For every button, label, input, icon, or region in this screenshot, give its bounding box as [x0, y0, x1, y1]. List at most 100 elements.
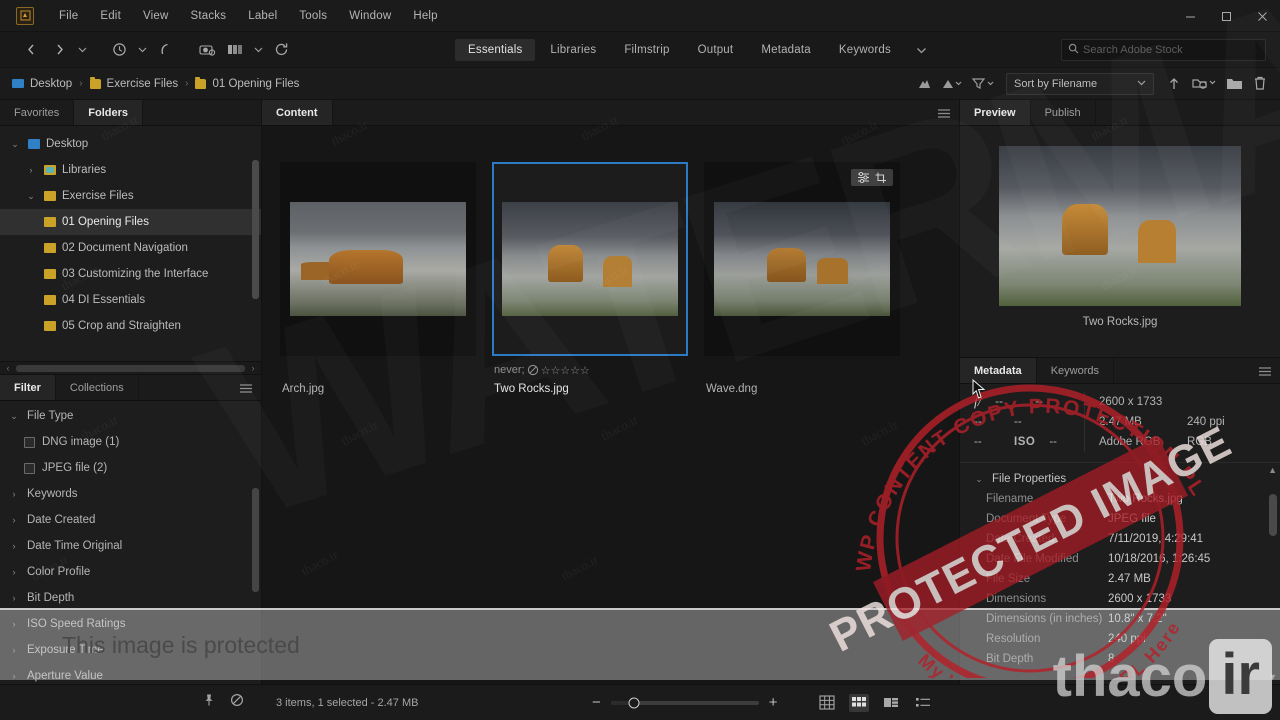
maximize-icon[interactable]: [1208, 0, 1244, 32]
menu-help[interactable]: Help: [402, 6, 448, 26]
thumbnail-cell-arch[interactable]: Arch.jpg: [280, 162, 476, 395]
twisty-icon[interactable]: ›: [8, 541, 20, 551]
tab-content[interactable]: Content: [262, 100, 333, 125]
view-list-icon[interactable]: [913, 694, 933, 712]
thumbnail-cell-two-rocks[interactable]: never; ☆☆☆☆☆ Two Rocks.jpg: [492, 162, 688, 395]
twisty-icon[interactable]: ⌄: [8, 139, 22, 150]
scroll-thumb[interactable]: [16, 364, 245, 372]
no-entry-icon[interactable]: [230, 693, 244, 712]
zoom-out-button[interactable]: −: [592, 694, 601, 711]
zoom-in-button[interactable]: +: [769, 694, 778, 711]
scroll-up-icon[interactable]: ▲: [1268, 465, 1277, 475]
filter-group-color-profile[interactable]: › Color Profile: [0, 559, 261, 585]
sort-ascending-icon[interactable]: [1162, 72, 1186, 96]
twisty-icon[interactable]: ›: [8, 567, 20, 577]
tab-collections[interactable]: Collections: [56, 375, 139, 400]
checkbox[interactable]: [24, 436, 35, 448]
tree-item-04-di-essentials[interactable]: 04 DI Essentials: [0, 287, 261, 313]
thumbnail-cell-wave[interactable]: Wave.dng: [704, 162, 900, 395]
thumbnail-badges[interactable]: [851, 169, 893, 186]
search-input[interactable]: [1083, 44, 1259, 56]
pin-icon[interactable]: [202, 693, 216, 712]
copy-dropdown-icon[interactable]: [250, 37, 266, 63]
back-icon[interactable]: [18, 37, 44, 63]
workspace-tab-keywords[interactable]: Keywords: [826, 39, 904, 61]
breadcrumb-desktop[interactable]: Desktop: [12, 78, 72, 90]
tree-item-desktop[interactable]: ⌄ Desktop: [0, 131, 261, 157]
thumbnail-frame[interactable]: [492, 162, 688, 356]
thumbnail-content-area[interactable]: Arch.jpg never; ☆☆☆☆☆ Two Rocks.jpg Wave…: [262, 126, 959, 684]
camera-import-icon[interactable]: [194, 37, 220, 63]
view-grid-icon[interactable]: [817, 694, 837, 712]
view-details-icon[interactable]: [881, 694, 901, 712]
twisty-icon[interactable]: ⌄: [972, 474, 986, 485]
panel-menu-icon[interactable]: [1258, 358, 1272, 384]
tree-item-03-customizing-the-interface[interactable]: 03 Customizing the Interface: [0, 261, 261, 287]
folder-tree-scrollbar[interactable]: [252, 156, 259, 355]
star-rating[interactable]: ☆☆☆☆☆: [541, 364, 590, 377]
search-adobe-stock-box[interactable]: [1061, 39, 1266, 61]
menu-view[interactable]: View: [132, 6, 180, 26]
go-parent-icon[interactable]: [152, 37, 178, 63]
scroll-left-icon[interactable]: ‹: [3, 363, 13, 373]
thumbnail-frame[interactable]: [704, 162, 900, 356]
new-folder-icon[interactable]: [1222, 72, 1246, 96]
filter-group-date-time-original[interactable]: › Date Time Original: [0, 533, 261, 559]
menu-edit[interactable]: Edit: [89, 6, 132, 26]
recent-dropdown-icon[interactable]: [74, 37, 90, 63]
breadcrumb-01-opening-files[interactable]: 01 Opening Files: [195, 76, 299, 90]
twisty-icon[interactable]: ›: [8, 489, 20, 499]
copy-stack-icon[interactable]: [222, 37, 248, 63]
reject-icon[interactable]: [527, 364, 539, 376]
open-recent-icon[interactable]: [1188, 72, 1220, 96]
tab-filter[interactable]: Filter: [0, 375, 56, 400]
workspace-tab-filmstrip[interactable]: Filmstrip: [611, 39, 682, 61]
tab-folders[interactable]: Folders: [74, 100, 143, 125]
tree-item-05-crop-and-straighten[interactable]: 05 Crop and Straighten: [0, 313, 261, 339]
menu-window[interactable]: Window: [338, 6, 402, 26]
breadcrumb-exercise-files[interactable]: Exercise Files: [89, 76, 178, 90]
delete-icon[interactable]: [1248, 72, 1272, 96]
filter-option-dng-image[interactable]: DNG image (1): [0, 429, 261, 455]
tree-item-libraries[interactable]: › Libraries: [0, 157, 261, 183]
filter-option-jpeg-file[interactable]: JPEG file (2): [0, 455, 261, 481]
view-thumbnail-icon[interactable]: [849, 693, 869, 712]
filter-items-icon[interactable]: [968, 72, 998, 96]
no-rating-icon[interactable]: never;: [494, 364, 525, 376]
filter-rating-dropdown-icon[interactable]: [938, 72, 966, 96]
workspace-tab-metadata[interactable]: Metadata: [748, 39, 824, 61]
sort-by-dropdown[interactable]: Sort by Filename: [1006, 72, 1154, 95]
zoom-slider-handle[interactable]: [628, 697, 640, 708]
filter-group-date-created[interactable]: › Date Created: [0, 507, 261, 533]
tree-item-01-opening-files[interactable]: 01 Opening Files: [0, 209, 261, 235]
menu-tools[interactable]: Tools: [288, 6, 338, 26]
twisty-icon[interactable]: ›: [24, 165, 38, 175]
filter-group-keywords[interactable]: › Keywords: [0, 481, 261, 507]
tree-item-02-document-navigation[interactable]: 02 Document Navigation: [0, 235, 261, 261]
refresh-icon[interactable]: [268, 37, 294, 63]
chevron-down-icon[interactable]: [906, 45, 937, 56]
tab-keywords[interactable]: Keywords: [1037, 358, 1114, 383]
metadata-group-file-properties[interactable]: ⌄ File Properties: [960, 469, 1280, 489]
minimize-icon[interactable]: [1172, 0, 1208, 32]
tab-preview[interactable]: Preview: [960, 100, 1031, 125]
zoom-slider[interactable]: [610, 697, 759, 708]
tree-item-exercise-files[interactable]: ⌄ Exercise Files: [0, 183, 261, 209]
history-dropdown-icon[interactable]: [134, 37, 150, 63]
workspace-tab-output[interactable]: Output: [685, 39, 747, 61]
history-clock-icon[interactable]: [106, 37, 132, 63]
twisty-icon[interactable]: ›: [8, 515, 20, 525]
rating-row[interactable]: never; ☆☆☆☆☆: [492, 362, 688, 378]
thumbnail-zoom-control[interactable]: − +: [592, 694, 778, 711]
preview-image[interactable]: [999, 146, 1241, 306]
tab-favorites[interactable]: Favorites: [0, 100, 75, 125]
scroll-right-icon[interactable]: ›: [248, 363, 258, 373]
close-icon[interactable]: [1244, 0, 1280, 32]
twisty-icon[interactable]: ⌄: [24, 191, 38, 202]
menu-stacks[interactable]: Stacks: [180, 6, 238, 26]
twisty-icon[interactable]: ›: [8, 593, 20, 603]
tab-publish[interactable]: Publish: [1031, 100, 1096, 125]
menu-label[interactable]: Label: [237, 6, 288, 26]
filter-rating-icon[interactable]: [912, 72, 936, 96]
folder-tree-hscrollbar[interactable]: ‹ ›: [0, 361, 261, 374]
